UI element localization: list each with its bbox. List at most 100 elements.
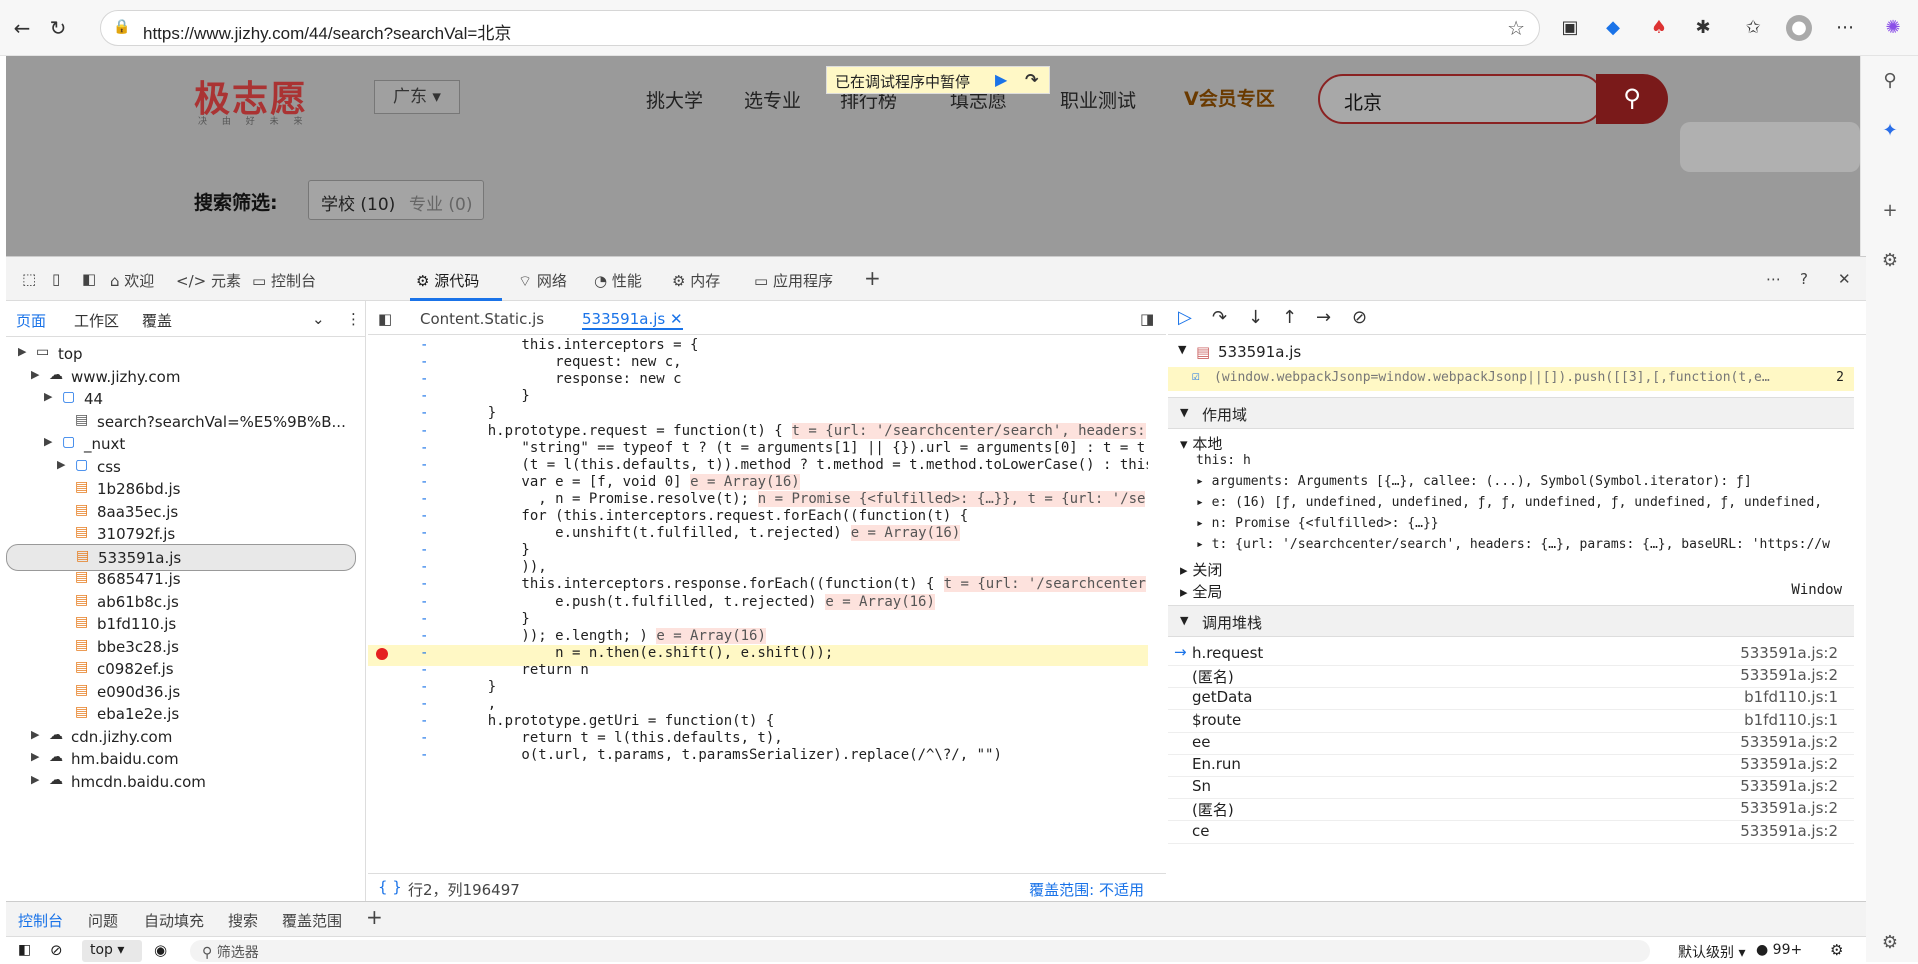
address-bar[interactable]: 🔒 https://www.jizhy.com/44/search?search… <box>100 10 1540 46</box>
dock-icon[interactable]: ◧ <box>82 270 96 288</box>
expand-arrow-icon[interactable]: ▶ <box>18 345 26 358</box>
line-gutter[interactable]: - <box>420 405 428 421</box>
resume-icon[interactable]: ▷ <box>1178 307 1192 328</box>
expand-arrow-icon[interactable]: ▶ <box>44 390 52 403</box>
line-gutter[interactable]: - <box>420 679 428 695</box>
expand-arrow-icon[interactable]: ▶ <box>31 368 39 381</box>
line-gutter[interactable]: - <box>420 696 428 712</box>
step-icon[interactable]: → <box>1316 307 1331 328</box>
expand-arrow-icon[interactable]: ▼ <box>1178 343 1186 356</box>
filter-major[interactable]: 专业 (0) <box>409 190 472 215</box>
line-gutter[interactable]: - <box>420 457 428 473</box>
scope-closure[interactable]: ▸ 关闭 <box>1180 559 1222 580</box>
favorites-icon[interactable]: ✩ <box>1740 15 1766 41</box>
device-toolbar-icon[interactable]: ▯ <box>52 270 60 288</box>
frame-location[interactable]: 533591a.js:2 <box>1740 755 1838 773</box>
toggle-debugger-icon[interactable]: ◨ <box>1140 310 1154 328</box>
extension-icon[interactable]: ▣ <box>1557 15 1583 41</box>
extension-bird-icon[interactable]: ◆ <box>1600 15 1626 41</box>
line-gutter[interactable]: - <box>420 645 428 661</box>
line-gutter[interactable]: - <box>420 371 428 387</box>
tab-network[interactable]: ⌔ 网络 <box>518 270 567 291</box>
tab-page[interactable]: 页面 <box>16 310 46 331</box>
line-gutter[interactable]: - <box>420 662 428 678</box>
search-icon[interactable]: ⚲ <box>1878 70 1902 94</box>
inspect-icon[interactable]: ⬚ <box>22 270 36 288</box>
more-icon[interactable]: ⋯ <box>1766 270 1781 288</box>
tab-memory[interactable]: ⚙ 内存 <box>672 270 720 291</box>
breakpoint-marker[interactable] <box>376 647 388 660</box>
chevron-down-icon[interactable]: ⌄ <box>312 310 325 328</box>
callstack-frame[interactable]: ce 533591a.js:2 <box>1168 817 1854 844</box>
navigator-more-icon[interactable]: ⋮ <box>346 310 361 328</box>
tab-console[interactable]: ▭ 控制台 <box>252 270 316 291</box>
line-gutter[interactable]: - <box>420 713 428 729</box>
breakpoint-checkbox[interactable]: ☑ <box>1192 369 1200 384</box>
frame-location[interactable]: 533591a.js:2 <box>1740 822 1838 840</box>
line-gutter[interactable]: - <box>420 440 428 456</box>
back-icon[interactable]: ← <box>8 14 36 42</box>
tab-sources[interactable]: ⚙ 源代码 <box>416 270 479 291</box>
frame-location[interactable]: 533591a.js:2 <box>1740 777 1838 795</box>
line-gutter[interactable]: - <box>420 508 428 524</box>
eye-icon[interactable]: ◉ <box>154 941 167 959</box>
scope-local[interactable]: ▾ 本地 <box>1180 433 1222 454</box>
line-gutter[interactable]: - <box>420 354 428 370</box>
line-gutter[interactable]: - <box>420 594 428 610</box>
line-gutter[interactable]: - <box>420 388 428 404</box>
scope-variable[interactable]: ▸ n: Promise {<fulfilled>: {…}} <box>1196 516 1882 536</box>
line-gutter[interactable]: - <box>420 730 428 746</box>
console-settings-icon[interactable]: ⚙ <box>1830 941 1843 959</box>
expand-arrow-icon[interactable]: ▶ <box>31 773 39 786</box>
code-content[interactable]: - this.interceptors = {- request: new c,… <box>368 335 1148 865</box>
vip-link[interactable]: V会员专区 <box>1184 84 1275 111</box>
frame-location[interactable]: 533591a.js:2 <box>1740 799 1838 817</box>
coverage-status[interactable]: 覆盖范围: 不适用 <box>1029 879 1144 900</box>
line-gutter[interactable]: - <box>420 747 428 763</box>
deactivate-breakpoints-icon[interactable]: ⊘ <box>1352 307 1367 328</box>
console-filter-input[interactable]: ⚲ 筛选器 <box>190 940 1650 962</box>
scope-header[interactable]: ▼ 作用域 <box>1168 397 1854 429</box>
expand-arrow-icon[interactable]: ▶ <box>44 435 52 448</box>
copilot-icon[interactable]: ✺ <box>1880 15 1906 41</box>
scope-variable[interactable]: ▸ arguments: Arguments [{…}, callee: (..… <box>1196 474 1882 494</box>
line-gutter[interactable]: - <box>420 423 428 439</box>
sidebar-toggle-icon[interactable]: ◧ <box>18 942 31 958</box>
line-gutter[interactable]: - <box>420 611 428 627</box>
filter-school[interactable]: 学校 (10) <box>321 190 395 215</box>
step-over-icon[interactable]: ↷ <box>1025 70 1038 89</box>
expand-arrow-icon[interactable]: ▶ <box>31 750 39 763</box>
resume-icon[interactable]: ▶ <box>995 70 1007 89</box>
frame-location[interactable]: 533591a.js:2 <box>1740 666 1838 684</box>
line-gutter[interactable]: - <box>420 337 428 353</box>
add-icon[interactable]: + <box>1878 200 1902 224</box>
line-gutter[interactable]: - <box>420 491 428 507</box>
editor-tab-content-static[interactable]: Content.Static.js <box>420 310 544 328</box>
line-gutter[interactable]: - <box>420 559 428 575</box>
settings-icon[interactable]: ⚙ <box>1878 250 1902 274</box>
step-into-icon[interactable]: ↓ <box>1248 307 1263 328</box>
tab-performance[interactable]: ◔ 性能 <box>594 270 642 291</box>
callstack-header[interactable]: ▼ 调用堆栈 <box>1168 605 1854 637</box>
favorite-star-icon[interactable]: ☆ <box>1507 16 1525 40</box>
code-line[interactable]: - o(t.url, t.params, t.paramsSerializer)… <box>368 747 1148 768</box>
line-gutter[interactable]: - <box>420 542 428 558</box>
help-icon[interactable]: ? <box>1800 270 1808 288</box>
more-menu-icon[interactable]: ⋯ <box>1832 15 1858 41</box>
tab-workspace[interactable]: 工作区 <box>74 310 119 331</box>
toggle-navigator-icon[interactable]: ◧ <box>378 310 392 328</box>
frame-location[interactable]: 533591a.js:2 <box>1740 644 1838 662</box>
scope-global[interactable]: ▸ 全局 <box>1180 581 1222 602</box>
tab-application[interactable]: ▭ 应用程序 <box>754 270 833 291</box>
context-select[interactable]: top ▾ <box>82 940 142 962</box>
tab-elements[interactable]: </> 元素 <box>176 270 241 291</box>
frame-location[interactable]: b1fd110.js:1 <box>1744 688 1838 706</box>
copilot-sidebar-icon[interactable]: ✦ <box>1878 120 1902 144</box>
scope-variable[interactable]: this: h <box>1196 453 1882 473</box>
nav-item-career-test[interactable]: 职业测试 <box>1060 86 1136 113</box>
drawer-tab-autofill[interactable]: 自动填充 <box>144 910 204 931</box>
tab-overrides[interactable]: 覆盖 <box>142 310 172 331</box>
line-gutter[interactable]: - <box>420 576 428 592</box>
site-info-icon[interactable]: 🔒 <box>113 19 130 35</box>
log-level-select[interactable]: 默认级别 ▾ <box>1678 942 1745 962</box>
